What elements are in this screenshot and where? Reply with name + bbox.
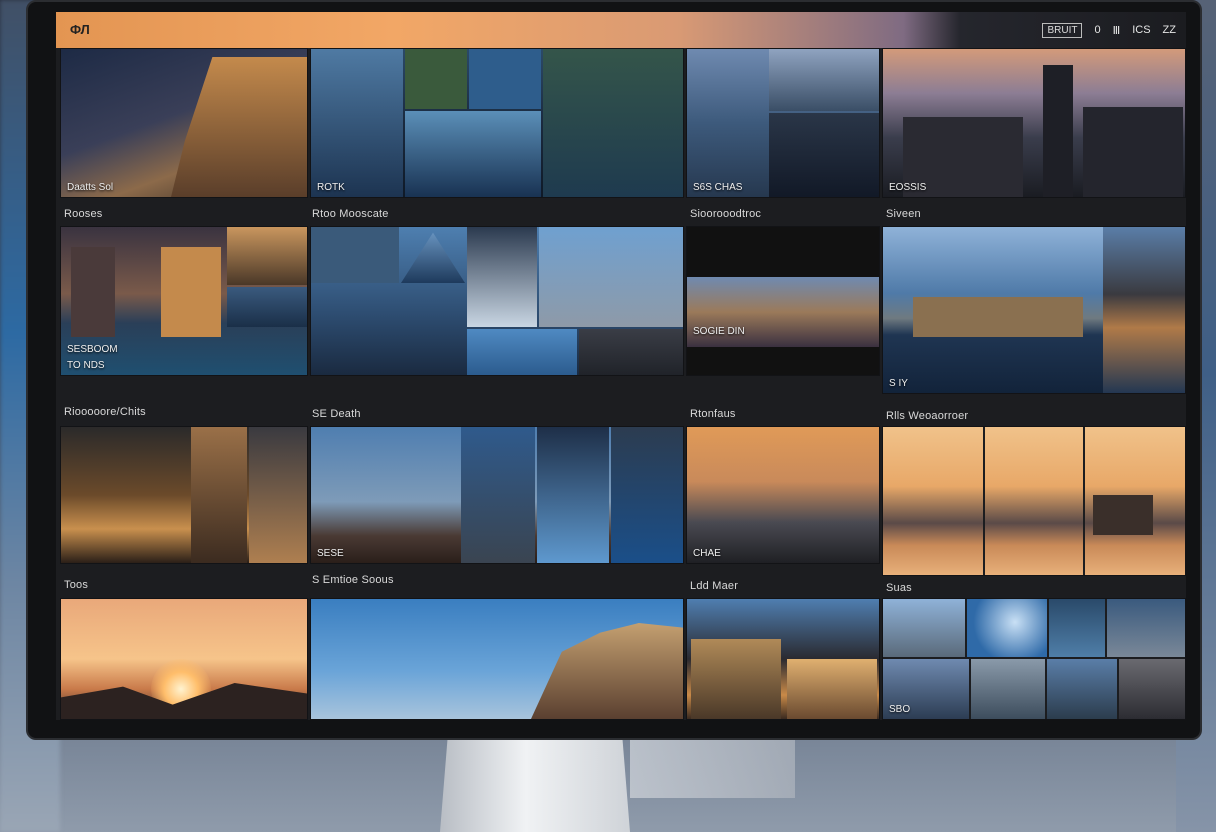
app-title: ФЛ [70,22,90,37]
photo-tile[interactable]: SOGIE DIN [686,226,880,376]
title-bar: ФЛ BRUIT 0 Ⅲ ICS ZZ [56,12,1186,48]
tile-caption: S6S CHAS [693,182,743,193]
section-label[interactable]: Rlls Weoaorroer [886,410,968,422]
window-controls: BRUIT 0 Ⅲ ICS ZZ [1042,18,1176,42]
tile-caption: SESE [317,548,344,559]
section-label[interactable]: Suas [886,582,912,594]
photo-tile[interactable] [882,426,1186,576]
photo-tile[interactable] [310,226,684,376]
tile-caption: ROTK [317,182,345,193]
section-label[interactable]: SE Death [312,408,361,420]
photo-tile[interactable]: Daatts Sol [60,48,308,198]
screen: ФЛ BRUIT 0 Ⅲ ICS ZZ Daatts Sol ROTK S6S … [56,12,1186,720]
tile-caption: CHAE [693,548,721,559]
photo-tile[interactable]: S IY [882,226,1186,394]
stand-shadow [630,738,795,798]
section-label[interactable]: Siveen [886,208,921,220]
tile-caption: SESBOOM [67,344,118,355]
section-label[interactable]: Toos [64,579,88,591]
section-label[interactable]: Rtoo Mooscate [312,208,389,220]
photo-tile[interactable]: SESBOOM TO NDS [60,226,308,376]
tile-caption: SOGIE DIN [693,326,745,337]
control-0[interactable]: 0 [1094,24,1100,36]
section-label[interactable]: S Emtioe Soous [312,574,394,586]
photo-tile[interactable]: SESE [310,426,684,564]
tile-caption: S IY [889,378,908,389]
tile-caption: SBO [889,704,911,715]
photo-tile[interactable] [60,598,308,720]
section-label[interactable]: Riooooore/Chits [64,406,146,418]
tile-caption: TO NDS [67,360,105,371]
section-label[interactable]: Ldd Maer [690,580,738,592]
control-grid-icon[interactable]: Ⅲ [1113,24,1121,37]
tile-caption: Daatts Sol [67,182,114,193]
section-label[interactable]: Rtonfaus [690,408,736,420]
control-ics[interactable]: ICS [1132,24,1150,36]
control-bruit[interactable]: BRUIT [1042,22,1083,38]
control-zz[interactable]: ZZ [1163,24,1176,36]
photo-tile[interactable]: SBO [882,598,1186,720]
section-label[interactable]: Sioorooodtroc [690,208,761,220]
monitor-bezel: ФЛ BRUIT 0 Ⅲ ICS ZZ Daatts Sol ROTK S6S … [26,0,1202,740]
monitor-stand [440,738,630,832]
photo-tile[interactable]: ROTK [310,48,684,198]
photo-tile[interactable] [686,598,880,720]
photo-tile[interactable]: S6S CHAS [686,48,880,198]
photo-tile[interactable] [60,426,308,564]
photo-tile[interactable]: EOSSIS [882,48,1186,198]
photo-tile[interactable] [310,598,684,720]
photo-tile[interactable]: CHAE [686,426,880,564]
section-label[interactable]: Rooses [64,208,103,220]
tile-caption: EOSSIS [889,182,927,193]
